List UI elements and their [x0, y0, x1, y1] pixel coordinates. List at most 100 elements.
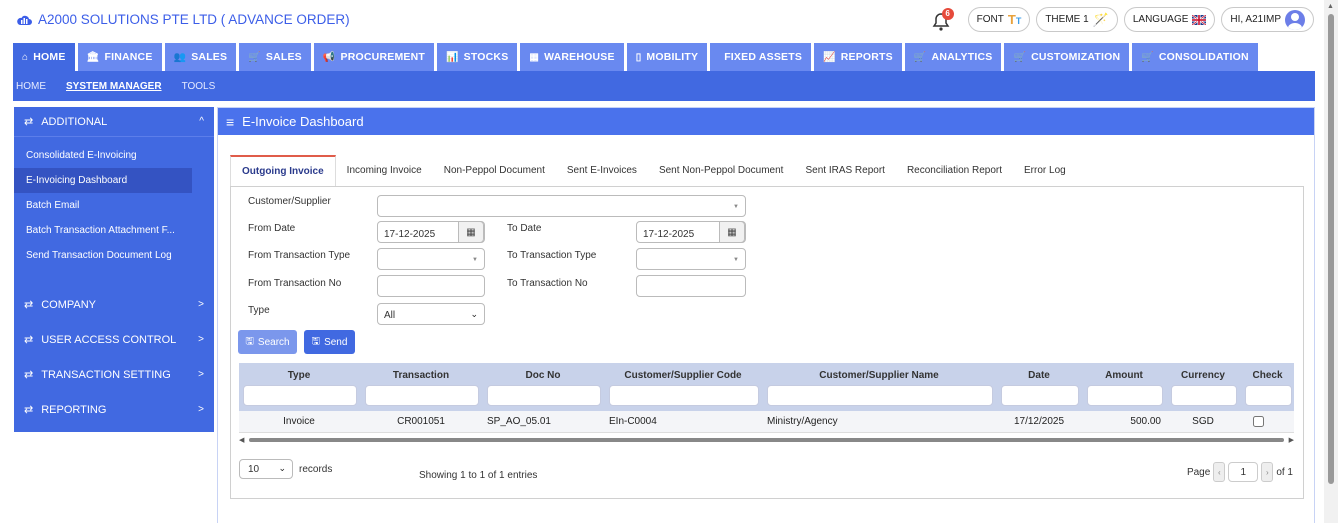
subnav-system-manager[interactable]: SYSTEM MANAGER — [66, 81, 162, 92]
nav-tab-warehouse[interactable]: ▦ WAREHOUSE — [520, 43, 627, 71]
nav-tab-customization[interactable]: 🛒 CUSTOMIZATION — [1004, 43, 1133, 71]
nav-tab-icon: 👥 — [173, 51, 187, 63]
column-filter-input[interactable] — [1245, 385, 1292, 406]
column-filter-input[interactable] — [487, 385, 601, 406]
records-select[interactable]: 10 ⌄ — [239, 459, 293, 479]
scroll-thumb[interactable] — [249, 438, 1284, 442]
page-number-input[interactable]: 1 — [1228, 462, 1259, 482]
sidebar-section-label: USER ACCESS CONTROL — [41, 333, 177, 346]
from-date-value: 17-12-2025 — [384, 228, 436, 240]
column-header-customer-supplier-name[interactable]: Customer/Supplier Name — [763, 370, 995, 381]
language-label: LANGUAGE — [1132, 14, 1189, 25]
column-header-date[interactable]: Date — [997, 370, 1081, 381]
sidebar-section-company[interactable]: ⇄ COMPANY > — [14, 287, 214, 322]
column-header-amount[interactable]: Amount — [1083, 370, 1165, 381]
type-select[interactable]: All ⌄ — [377, 303, 485, 325]
scroll-right-icon[interactable]: ▶ — [1289, 436, 1294, 444]
column-header-check[interactable]: Check — [1241, 370, 1294, 381]
send-button[interactable]: 🖫 Send — [304, 330, 355, 354]
nav-tab-icon: 📊 — [446, 51, 459, 63]
language-button[interactable]: LANGUAGE — [1123, 7, 1216, 32]
from-transaction-no-input[interactable] — [377, 275, 485, 297]
nav-tab-icon: ▯ — [635, 51, 642, 63]
notification-badge: 6 — [941, 7, 954, 20]
sidebar-section-reporting[interactable]: ⇄ REPORTING > — [14, 392, 214, 427]
column-filter-input[interactable] — [609, 385, 759, 406]
nav-tab-analytics[interactable]: 🛒 ANALYTICS — [904, 43, 1005, 71]
nav-tab-finance[interactable]: 🏛 FINANCE — [77, 43, 165, 71]
nav-tab-label: ANALYTICS — [931, 51, 993, 63]
sidebar-item-batch-transaction-attachment[interactable]: Batch Transaction Attachment F... — [14, 218, 214, 243]
vertical-scrollbar[interactable]: ▲ — [1324, 0, 1338, 523]
horizontal-scrollbar[interactable]: ◀ ▶ — [239, 436, 1294, 444]
next-page-button[interactable]: › — [1261, 462, 1274, 482]
search-button[interactable]: 🖫 Search — [238, 330, 297, 354]
brand[interactable]: A2000 SOLUTIONS PTE LTD ( ADVANCE ORDER) — [16, 12, 350, 27]
calendar-icon[interactable]: ▦ — [458, 221, 484, 243]
tab-error-log[interactable]: Error Log — [1013, 155, 1077, 186]
sidebar-header-additional[interactable]: ⇄ ADDITIONAL ^ — [14, 107, 214, 137]
subnav-tools[interactable]: TOOLS — [182, 81, 216, 92]
tab-non-peppol-document[interactable]: Non-Peppol Document — [433, 155, 556, 186]
sidebar-item-e-invoicing-dashboard[interactable]: E-Invoicing Dashboard — [14, 168, 192, 193]
nav-tab-fixed-assets[interactable]: FIXED ASSETS — [710, 43, 815, 71]
nav-tab-sales[interactable]: 👥 SALES — [164, 43, 240, 71]
column-header-customer-supplier-code[interactable]: Customer/Supplier Code — [605, 370, 761, 381]
sidebar-item-batch-email[interactable]: Batch Email — [14, 193, 214, 218]
subnav-home[interactable]: HOME — [16, 81, 46, 92]
column-filter-input[interactable] — [767, 385, 993, 406]
column-filter-input[interactable] — [1087, 385, 1163, 406]
search-button-label: Search — [257, 336, 290, 348]
column-filter-input[interactable] — [243, 385, 357, 406]
column-filter-input[interactable] — [1001, 385, 1079, 406]
user-menu-button[interactable]: HI, A21IMP — [1221, 7, 1314, 32]
column-header-doc-no[interactable]: Doc No — [483, 370, 603, 381]
exchange-icon: ⇄ — [24, 404, 34, 416]
to-date-field[interactable]: 17-12-2025 ▦ — [636, 221, 746, 243]
theme-button[interactable]: THEME 1 🪄 — [1036, 7, 1118, 32]
nav-tab-reports[interactable]: 📈 REPORTS — [814, 43, 905, 71]
scroll-left-icon[interactable]: ◀ — [239, 436, 244, 444]
tab-incoming-invoice[interactable]: Incoming Invoice — [336, 155, 433, 186]
nav-tab-consolidation[interactable]: 🛒 CONSOLIDATION — [1132, 43, 1261, 71]
sidebar-section-transaction-setting[interactable]: ⇄ TRANSACTION SETTING > — [14, 357, 214, 392]
row-check-checkbox[interactable] — [1253, 416, 1264, 427]
column-header-currency[interactable]: Currency — [1167, 370, 1239, 381]
column-header-transaction[interactable]: Transaction — [361, 370, 481, 381]
sidebar-item-consolidated-e-invoicing[interactable]: Consolidated E-Invoicing — [14, 143, 214, 168]
nav-tab-mobility[interactable]: ▯ MOBILITY — [626, 43, 711, 71]
font-button[interactable]: FONT TT — [967, 7, 1031, 32]
nav-tab-home[interactable]: ⌂ HOME — [13, 43, 78, 71]
column-filter-input[interactable] — [365, 385, 479, 406]
nav-tab-sales[interactable]: 🛒 SALES — [239, 43, 314, 71]
column-filter-input[interactable] — [1171, 385, 1237, 406]
tab-sent-non-peppol-document[interactable]: Sent Non-Peppol Document — [648, 155, 795, 186]
nav-tab-stocks[interactable]: 📊 STOCKS — [437, 43, 521, 71]
prev-page-button[interactable]: ‹ — [1213, 462, 1226, 482]
customer-supplier-select[interactable]: ▼ — [377, 195, 746, 217]
tab-sent-iras-report[interactable]: Sent IRAS Report — [794, 155, 895, 186]
from-date-field[interactable]: 17-12-2025 ▦ — [377, 221, 485, 243]
tab-sent-e-invoices[interactable]: Sent E-Invoices — [556, 155, 648, 186]
vertical-scroll-thumb[interactable] — [1328, 14, 1334, 484]
customer-supplier-label: Customer/Supplier — [248, 196, 331, 207]
nav-tab-icon: 🛒 — [913, 51, 927, 63]
hamburger-menu-icon[interactable]: ≡ — [226, 114, 234, 130]
calendar-icon[interactable]: ▦ — [719, 221, 745, 243]
nav-tab-procurement[interactable]: 📢 PROCUREMENT — [313, 43, 437, 71]
nav-tab-label: CUSTOMIZATION — [1031, 51, 1121, 63]
notification-bell[interactable]: 6 — [932, 7, 954, 32]
sidebar-section-user-access-control[interactable]: ⇄ USER ACCESS CONTROL > — [14, 322, 214, 357]
scroll-up-icon[interactable]: ▲ — [1327, 3, 1334, 10]
tab-reconciliation-report[interactable]: Reconciliation Report — [896, 155, 1013, 186]
nav-tab-icon: ⌂ — [22, 51, 29, 63]
to-transaction-type-select[interactable]: ▼ — [636, 248, 746, 270]
to-transaction-no-input[interactable] — [636, 275, 746, 297]
tab-outgoing-invoice[interactable]: Outgoing Invoice — [230, 155, 336, 186]
sidebar-item-send-transaction-document-log[interactable]: Send Transaction Document Log — [14, 243, 214, 268]
table-cell: CR001051 — [397, 416, 445, 427]
table-row[interactable]: Invoice CR001051 SP_AO_05.01 EIn-C0004 Minis… — [239, 411, 1294, 433]
column-header-type[interactable]: Type — [239, 370, 359, 381]
from-transaction-type-select[interactable]: ▼ — [377, 248, 485, 270]
